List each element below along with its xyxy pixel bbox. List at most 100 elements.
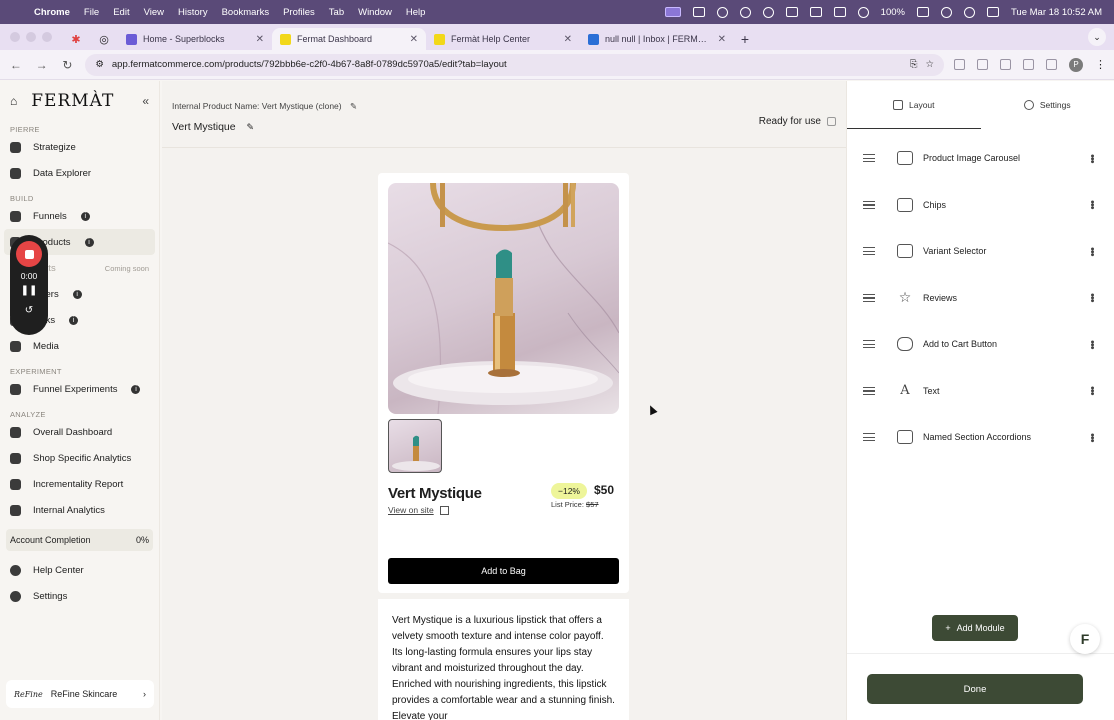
clock[interactable]: Tue Mar 18 10:52 AM — [1011, 7, 1102, 18]
drag-handle-icon[interactable] — [863, 340, 875, 349]
tab-settings[interactable]: Settings — [981, 81, 1114, 129]
tab-fermat-dashboard[interactable]: Fermat Dashboard ✕ — [272, 28, 426, 50]
menu-help[interactable]: Help — [406, 7, 426, 18]
sidebar-item-internal-analytics[interactable]: Internal Analytics — [0, 497, 159, 523]
module-row[interactable]: A Text ••• — [847, 368, 1114, 415]
address-bar[interactable]: ⚙ app.fermatcommerce.com/products/792bbb… — [85, 53, 944, 76]
drag-handle-icon[interactable] — [863, 154, 875, 163]
ready-checkbox[interactable] — [827, 117, 836, 126]
status-icon[interactable] — [739, 6, 751, 18]
puzzle-icon[interactable] — [1045, 59, 1057, 70]
screen-record-icon[interactable] — [664, 7, 681, 17]
drag-handle-icon[interactable] — [863, 433, 875, 442]
module-row[interactable]: Add to Cart Button ••• — [847, 321, 1114, 368]
sidebar-item-incrementality[interactable]: Incrementality Report — [0, 471, 159, 497]
module-row[interactable]: Named Section Accordions ••• — [847, 414, 1114, 461]
module-row[interactable]: Product Image Carousel ••• — [847, 135, 1114, 182]
close-window-button[interactable] — [10, 32, 20, 42]
product-thumbnail[interactable] — [388, 419, 442, 473]
back-icon[interactable]: ← — [8, 58, 24, 72]
control-center-icon[interactable] — [986, 7, 999, 17]
tab-superblocks[interactable]: Home - Superblocks ✕ — [118, 28, 272, 50]
ready-for-use[interactable]: Ready for use — [759, 116, 836, 127]
info-icon[interactable]: i — [69, 315, 79, 325]
info-icon[interactable]: i — [80, 211, 90, 221]
fermat-logo[interactable]: FERMÀT — [31, 91, 114, 111]
brand-switcher[interactable]: ReFine ReFine Skincare › — [6, 680, 154, 708]
sidebar-item-funnel-experiments[interactable]: Funnel Experiments i — [0, 376, 159, 402]
extension-icon[interactable] — [1022, 59, 1034, 70]
status-icon[interactable] — [785, 7, 798, 17]
close-tab-icon[interactable]: ✕ — [410, 34, 418, 45]
reload-icon[interactable]: ↻ — [60, 58, 76, 72]
camera-icon[interactable] — [999, 59, 1011, 70]
account-completion[interactable]: Account Completion 0% — [6, 529, 153, 551]
menu-tab[interactable]: Tab — [329, 7, 344, 18]
tab-help-center[interactable]: Fermàt Help Center ✕ — [426, 28, 580, 50]
module-row[interactable]: ☆ Reviews ••• — [847, 275, 1114, 322]
more-options-icon[interactable]: ••• — [1086, 433, 1098, 442]
tab-inbox[interactable]: null null | Inbox | FERMÀT | In ✕ — [580, 28, 734, 50]
wifi-icon[interactable] — [940, 6, 952, 18]
zoom-icon[interactable] — [716, 6, 728, 18]
pinned-tab[interactable]: ✱ — [62, 28, 90, 50]
url-text[interactable]: app.fermatcommerce.com/products/792bbb6e… — [112, 59, 902, 70]
info-icon[interactable]: i — [131, 384, 141, 394]
drag-handle-icon[interactable] — [863, 247, 875, 256]
done-button[interactable]: Done — [867, 674, 1083, 704]
bluetooth-icon[interactable] — [857, 6, 869, 18]
pencil-icon[interactable]: ✎ — [247, 122, 255, 132]
sidebar-item-settings[interactable]: Settings — [0, 583, 159, 609]
restart-icon[interactable]: ↺ — [25, 305, 33, 321]
more-options-icon[interactable]: ••• — [1086, 200, 1098, 209]
site-info-icon[interactable]: ⚙ — [95, 59, 104, 70]
bookmark-star-icon[interactable]: ☆ — [925, 59, 934, 70]
more-options-icon[interactable]: ••• — [1086, 340, 1098, 349]
search-icon[interactable] — [963, 6, 975, 18]
gear-icon[interactable] — [762, 6, 774, 18]
more-options-icon[interactable]: ••• — [1086, 154, 1098, 163]
profile-avatar[interactable]: P — [1068, 57, 1083, 72]
menu-view[interactable]: View — [144, 7, 164, 18]
drag-handle-icon[interactable] — [863, 293, 875, 302]
sidebar-item-media[interactable]: Media — [0, 333, 159, 359]
maximize-window-button[interactable] — [42, 32, 52, 42]
module-row[interactable]: Chips ••• — [847, 182, 1114, 229]
info-icon[interactable]: i — [84, 237, 94, 247]
menu-window[interactable]: Window — [358, 7, 392, 18]
more-options-icon[interactable]: ••• — [1086, 293, 1098, 302]
home-icon[interactable]: ⌂ — [10, 94, 17, 108]
battery-icon[interactable] — [916, 7, 929, 17]
pencil-icon[interactable]: ✎ — [350, 101, 357, 111]
drag-handle-icon[interactable] — [863, 200, 875, 209]
extension-icon[interactable] — [976, 59, 988, 70]
sidebar-item-help-center[interactable]: Help Center — [0, 557, 159, 583]
sidebar-item-overall-dashboard[interactable]: Overall Dashboard — [0, 419, 159, 445]
fermat-help-launcher-icon[interactable]: F — [1070, 624, 1100, 654]
product-hero-image[interactable] — [388, 183, 619, 414]
sidebar-item-funnels[interactable]: Funnels i — [0, 203, 159, 229]
close-tab-icon[interactable]: ✕ — [718, 34, 726, 45]
stop-recording-button[interactable] — [16, 241, 42, 267]
extension-icon[interactable] — [953, 59, 965, 70]
menu-app-name[interactable]: Chrome — [34, 7, 70, 18]
info-icon[interactable]: i — [72, 289, 82, 299]
sidebar-item-data-explorer[interactable]: Data Explorer — [0, 160, 159, 186]
more-options-icon[interactable]: ••• — [1086, 386, 1098, 395]
drag-handle-icon[interactable] — [863, 386, 875, 395]
menu-file[interactable]: File — [84, 7, 99, 18]
new-tab-button[interactable]: + — [734, 28, 756, 50]
add-module-button[interactable]: + Add Module — [932, 615, 1018, 641]
sidebar-item-strategize[interactable]: Strategize — [0, 134, 159, 160]
menu-profiles[interactable]: Profiles — [283, 7, 315, 18]
notion-icon[interactable] — [809, 7, 822, 17]
collapse-sidebar-icon[interactable]: « — [142, 94, 149, 108]
add-to-bag-button[interactable]: Add to Bag — [388, 558, 619, 584]
menu-bookmarks[interactable]: Bookmarks — [222, 7, 270, 18]
status-icon[interactable] — [692, 7, 705, 17]
close-tab-icon[interactable]: ✕ — [256, 34, 264, 45]
forward-icon[interactable]: → — [34, 58, 50, 72]
pause-icon[interactable]: ❚❚ — [21, 285, 38, 301]
module-row[interactable]: Variant Selector ••• — [847, 228, 1114, 275]
menu-edit[interactable]: Edit — [113, 7, 129, 18]
